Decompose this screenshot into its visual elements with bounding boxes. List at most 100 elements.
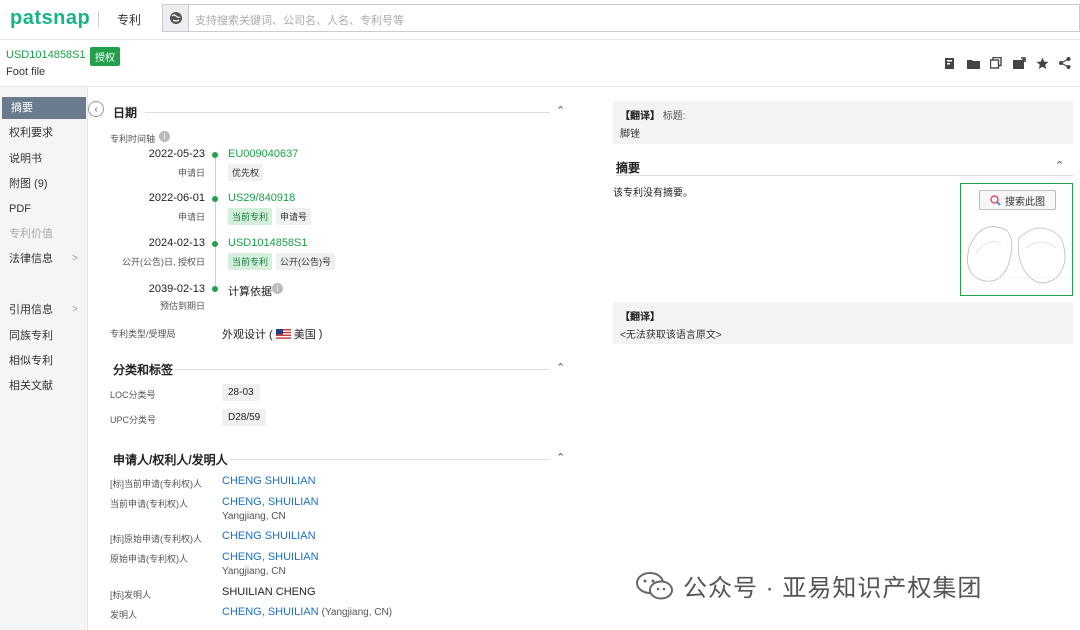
divider [230,459,550,460]
watermark-text: 公众号 · 亚易知识产权集团 [683,575,983,602]
image-search-icon [990,194,1001,206]
divider [145,112,550,113]
search-image-button[interactable]: 搜索此图 [979,190,1056,210]
timeline-tag: 优先权 [228,164,264,181]
info-icon[interactable]: i [272,283,283,294]
share-out-icon[interactable] [1012,56,1026,70]
upc-value[interactable]: D28/59 [222,409,267,426]
party-label: 当前申请(专利权)人 [110,499,188,509]
chevron-right-icon: > [72,304,78,315]
inventor-name: SHUILIAN CHENG [222,586,316,598]
folder-icon[interactable] [966,56,980,70]
timeline-date: 2022-06-01 [148,192,205,204]
translation-header: 【翻译】 标题: [620,107,1066,122]
abstract-translation-box: 【翻译】 <无法获取该语言原文> [613,302,1073,344]
sidebar-item-family[interactable]: 同族专利 [0,325,86,347]
translate-label: 【翻译】 [620,312,660,323]
party-name-link[interactable]: CHENG, SHUILIAN [222,496,319,508]
translate-label: 【翻译】 [620,111,660,122]
timeline-tag: 申请号 [276,208,312,225]
party-location: Yangjiang, CN [222,511,286,522]
patent-drawing [961,226,1072,289]
sidebar: 摘要 权利要求 说明书 附图 (9) PDF 专利价值 法律信息 > 引用信息 > … [0,87,88,630]
timeline-date-type: 申请日 [177,212,205,222]
chevron-left-icon: ‹ [94,103,98,115]
chevron-up-icon[interactable]: ⌃ [556,451,565,464]
party-label: 发明人 [110,610,138,620]
timeline-date-type: 公开(公告)日, 授权日 [122,257,205,267]
sidebar-item-pdf[interactable]: PDF [0,198,86,220]
copy-icon[interactable] [989,56,1003,70]
collapse-sidebar-button[interactable]: ‹ [88,101,104,117]
sidebar-item-abstract[interactable]: 摘要 [2,97,86,119]
timeline-dot [212,286,218,292]
timeline-line [215,154,216,289]
sidebar-item-drawings[interactable]: 附图 (9) [0,173,86,195]
party-name-link[interactable]: CHENG SHUILIAN [222,475,316,487]
sidebar-item-legal[interactable]: 法律信息 > [0,248,86,270]
party-label: 原始申请(专利权)人 [110,554,188,564]
chevron-up-icon[interactable]: ⌃ [556,361,565,374]
sidebar-item-citations[interactable]: 引用信息 > [0,299,86,321]
translate-key: 标题: [662,111,686,122]
timeline-tag: 当前专利 [228,253,273,270]
search-input[interactable]: 支持搜索关键词、公司名、人名、专利号等 [195,12,404,28]
sidebar-item-patent-value: 专利价值 [9,228,53,240]
top-bar: patsnap 专利 支持搜索关键词、公司名、人名、专利号等 [0,0,1080,40]
section-heading-dates: 日期 [113,106,138,120]
patsnap-logo[interactable]: patsnap [10,7,90,30]
wechat-icon [636,572,673,600]
timeline-patent-link[interactable]: US29/840918 [228,192,295,204]
section-label[interactable]: 专利 [117,11,141,28]
patent-type-text: 外观设计 ( [222,329,273,341]
sidebar-item-related-docs[interactable]: 相关文献 [0,375,86,397]
us-flag-icon [275,329,291,339]
party-name-link[interactable]: CHENG SHUILIAN [222,530,316,542]
chevron-up-icon[interactable]: ⌃ [1055,159,1064,172]
timeline-date: 2039-02-13 [148,283,205,295]
divider [175,369,550,370]
loc-label: LOC分类号 [110,390,156,400]
loc-value[interactable]: 28-03 [222,384,260,401]
sidebar-item-claims[interactable]: 权利要求 [0,122,86,144]
party-location: Yangjiang, CN [222,566,286,577]
party-name-link[interactable]: CHENG, SHUILIAN [222,551,319,563]
patent-type-label: 专利类型/受理局 [110,329,176,339]
divider [98,11,99,27]
sidebar-item-similar[interactable]: 相似专利 [0,350,86,372]
info-icon[interactable]: i [159,131,170,142]
timeline-patent-link[interactable]: EU009040637 [228,148,298,160]
sidebar-item-label: 法律信息 [9,253,53,265]
section-heading-classification: 分类和标签 [113,363,174,377]
section-heading-parties: 申请人/权利人/发明人 [113,453,228,467]
party-label: [标]当前申请(专利权)人 [110,479,202,489]
timeline-tag: 公开(公告)号 [276,253,335,270]
party-name-link[interactable]: CHENG, SHUILIAN [222,606,319,618]
party-label: [标]原始申请(专利权)人 [110,534,202,544]
star-icon[interactable] [1035,56,1049,70]
share-icon[interactable] [1058,56,1072,70]
patent-number: USD1014858S1 [6,49,86,61]
upc-label: UPC分类号 [110,415,157,425]
timeline-patent-link[interactable]: USD1014858S1 [228,237,308,249]
globe-icon[interactable] [163,5,189,31]
abstract-image[interactable]: 搜索此图 [960,183,1073,296]
timeline-dot [212,196,218,202]
divider [616,175,1073,176]
patent-header: USD1014858S1 授权 Foot file [0,40,1080,87]
status-badge: 授权 [90,47,120,66]
inventor-row: CHENG, SHUILIAN (Yangjiang, CN) [222,606,392,618]
chevron-up-icon[interactable]: ⌃ [556,104,565,117]
bookmark-icon[interactable] [943,56,957,70]
section-heading-abstract: 摘要 [616,161,641,175]
timeline-date: 2024-02-13 [148,237,205,249]
sidebar-item-description[interactable]: 说明书 [0,148,86,170]
chevron-right-icon: > [72,253,78,264]
search-image-label: 搜索此图 [1005,196,1045,208]
timeline-date-type: 预估到期日 [159,301,205,311]
search-box[interactable]: 支持搜索关键词、公司名、人名、专利号等 [162,4,1080,32]
header-actions [943,56,1072,70]
timeline-dot [212,241,218,247]
patent-type-close: ) [318,328,323,340]
calculation-basis: 计算依据 [228,286,272,298]
